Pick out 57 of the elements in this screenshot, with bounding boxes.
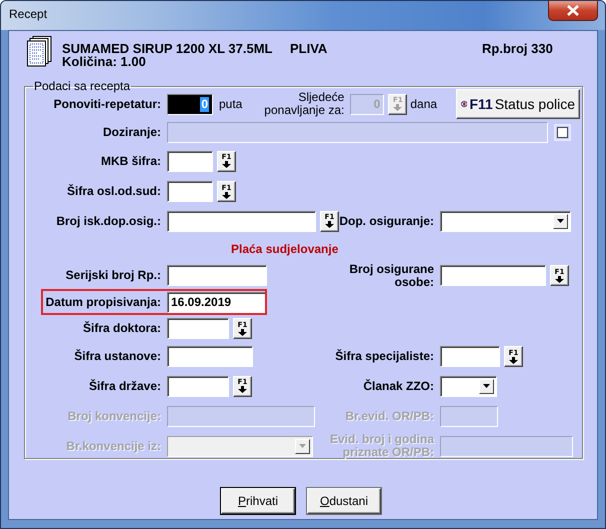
product-name: SUMAMED SIRUP 1200 XL 37.5ML bbox=[62, 42, 274, 55]
field-label: Šifra ustanove: bbox=[73, 350, 161, 363]
text-field[interactable] bbox=[440, 346, 500, 367]
field-label: Broj isk.dop.osig.: bbox=[55, 214, 161, 228]
field-label: Šifra doktora: bbox=[82, 322, 161, 335]
document-icon bbox=[27, 36, 52, 67]
field-label: Ponoviti-repetatur: bbox=[52, 98, 161, 110]
field-label: Evid. broj i godina priznate OR/PB: bbox=[328, 433, 434, 459]
text-field[interactable] bbox=[167, 376, 229, 396]
accept-button[interactable]: Prihvati bbox=[221, 488, 295, 514]
close-button[interactable] bbox=[548, 1, 598, 21]
close-icon bbox=[567, 5, 579, 16]
field-label: Br.evid. OR/PB: bbox=[345, 410, 434, 422]
field-label: MKB šifra: bbox=[100, 154, 161, 168]
field-label: Br.konvencije iz: bbox=[65, 440, 161, 452]
dropdown[interactable] bbox=[440, 376, 497, 396]
arrow-down-icon bbox=[393, 104, 402, 111]
arrow-down-icon bbox=[555, 276, 564, 282]
unit-label: dana bbox=[410, 97, 438, 111]
caret-icon bbox=[557, 219, 564, 223]
text-field[interactable] bbox=[167, 150, 213, 172]
caret-icon bbox=[299, 444, 306, 448]
text-field[interactable] bbox=[167, 265, 267, 286]
text-field[interactable] bbox=[440, 265, 546, 286]
arrow-down-icon bbox=[222, 161, 231, 168]
text-field[interactable] bbox=[167, 346, 253, 367]
arrow-down-icon bbox=[238, 386, 247, 393]
text-field[interactable] bbox=[167, 181, 213, 202]
caret-icon bbox=[483, 384, 490, 388]
text-field[interactable] bbox=[167, 210, 316, 232]
prescription-number: Rp.broj 330 bbox=[482, 42, 553, 55]
field-label: Dop. osiguranje: bbox=[339, 214, 434, 228]
group-title: Podaci sa recepta bbox=[33, 79, 132, 93]
field-label: Šifra države: bbox=[88, 380, 161, 392]
field-label: Članak ZZO: bbox=[363, 380, 434, 392]
field-label: Šifra specijaliste: bbox=[335, 350, 434, 363]
arrow-down-icon bbox=[325, 221, 334, 228]
text-field[interactable]: 16.09.2019 bbox=[167, 292, 267, 312]
arrow-down-icon bbox=[222, 192, 231, 198]
dropdown[interactable] bbox=[440, 210, 571, 232]
field-label: Serijski broj Rp.: bbox=[64, 269, 161, 282]
text-field[interactable] bbox=[167, 318, 229, 339]
field-label: Doziranje: bbox=[102, 126, 161, 138]
arrow-down-icon bbox=[238, 328, 247, 336]
notice-text: Plaća sudjelovanje bbox=[231, 242, 338, 256]
field-label: Datum propisivanja: bbox=[44, 296, 161, 308]
field-label: Šifra osl.od.sud: bbox=[66, 185, 161, 198]
cancel-button[interactable]: Odustani bbox=[307, 488, 381, 514]
quantity: Količina: 1.00 bbox=[62, 55, 147, 68]
field-label: Sljedeće ponavljanje za: bbox=[263, 91, 344, 117]
window-title: Recept bbox=[8, 6, 48, 21]
manufacturer: PLIVA bbox=[290, 42, 328, 55]
status-button[interactable]: F11 Status police bbox=[456, 89, 580, 119]
field-label: Broj osigurane osobe: bbox=[348, 262, 434, 288]
field-label: Broj konvencije: bbox=[66, 410, 161, 422]
unit-label: puta bbox=[219, 97, 242, 111]
arrow-down-icon bbox=[509, 356, 518, 364]
